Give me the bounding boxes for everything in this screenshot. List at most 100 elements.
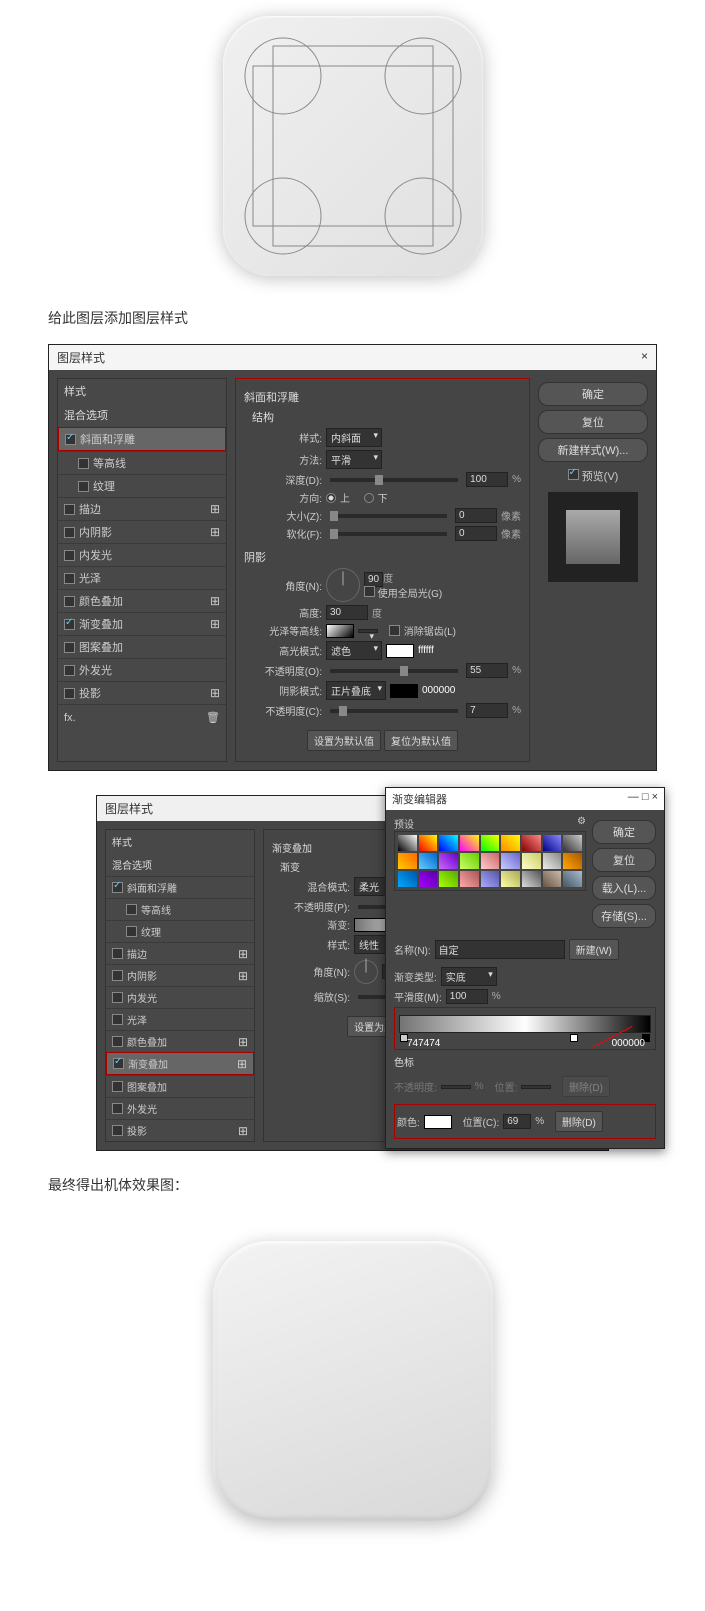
delete-stop-button[interactable]: 删除(D) (562, 1076, 610, 1097)
effect-row[interactable]: 投影⊞ (58, 681, 226, 704)
effect-checkbox[interactable] (112, 1081, 123, 1092)
direction-up-radio[interactable] (326, 493, 336, 503)
preset-swatch[interactable] (419, 835, 438, 851)
effect-row[interactable]: 斜面和浮雕 (106, 876, 254, 898)
highlight-opacity-input[interactable]: 55 (466, 663, 508, 678)
effect-checkbox[interactable] (113, 1058, 124, 1069)
preset-swatch[interactable] (398, 853, 417, 869)
close-icon[interactable]: × (652, 791, 658, 803)
preset-swatch[interactable] (460, 835, 479, 851)
effect-row[interactable]: 描边⊞ (58, 497, 226, 520)
effect-checkbox[interactable] (112, 1036, 123, 1047)
effect-checkbox[interactable] (78, 458, 89, 469)
effect-row[interactable]: 外发光 (58, 658, 226, 681)
styles-header[interactable]: 样式 (106, 830, 254, 853)
gear-icon[interactable]: ⚙ (577, 816, 586, 831)
effect-row[interactable]: 内阴影⊞ (106, 964, 254, 986)
effect-row[interactable]: 描边⊞ (106, 942, 254, 964)
preset-swatch[interactable] (501, 853, 520, 869)
preset-swatch[interactable] (460, 871, 479, 887)
effect-row[interactable]: 等高线 (106, 898, 254, 920)
effect-row[interactable]: 图案叠加 (58, 635, 226, 658)
save-button[interactable]: 存储(S)... (592, 904, 656, 928)
add-effect-icon[interactable]: ⊞ (238, 1124, 248, 1138)
preset-swatch[interactable] (543, 871, 562, 887)
direction-down-radio[interactable] (364, 493, 374, 503)
size-slider[interactable] (330, 514, 447, 518)
effect-row[interactable]: 颜色叠加⊞ (106, 1030, 254, 1052)
effect-row[interactable]: 图案叠加 (106, 1075, 254, 1097)
preset-swatch[interactable] (481, 853, 500, 869)
blend-options-header[interactable]: 混合选项 (58, 403, 226, 427)
shadow-color-swatch[interactable] (390, 684, 418, 698)
soften-input[interactable]: 0 (455, 526, 497, 541)
stop-opacity-input[interactable] (441, 1085, 471, 1089)
depth-input[interactable]: 100 (466, 472, 508, 487)
angle-input[interactable]: 90 (364, 572, 383, 587)
effect-checkbox[interactable] (64, 504, 75, 515)
gradient-type-select[interactable]: 实底 (441, 967, 497, 986)
preset-swatch[interactable] (439, 871, 458, 887)
effect-row[interactable]: 渐变叠加⊞ (58, 612, 226, 635)
load-button[interactable]: 载入(L)... (592, 876, 656, 900)
preset-swatch[interactable] (522, 853, 541, 869)
effect-row[interactable]: 纹理 (58, 474, 226, 497)
antialias-checkbox[interactable] (389, 625, 400, 636)
effect-checkbox[interactable] (64, 573, 75, 584)
add-effect-icon[interactable]: ⊞ (238, 947, 248, 961)
effect-row[interactable]: 内发光 (106, 986, 254, 1008)
effect-row[interactable]: 内阴影⊞ (58, 520, 226, 543)
effect-row[interactable]: 纹理 (106, 920, 254, 942)
maximize-icon[interactable]: □ (642, 791, 649, 803)
effect-checkbox[interactable] (112, 970, 123, 981)
shadow-mode-select[interactable]: 正片叠底 (326, 681, 386, 700)
effect-row[interactable]: 等高线 (58, 451, 226, 474)
color-stop-mid[interactable] (570, 1034, 578, 1042)
effect-checkbox[interactable] (64, 619, 75, 630)
smoothness-input[interactable]: 100 (446, 989, 488, 1004)
soften-slider[interactable] (330, 532, 447, 536)
preset-swatch[interactable] (481, 871, 500, 887)
effect-checkbox[interactable] (112, 1103, 123, 1114)
preset-swatch[interactable] (439, 853, 458, 869)
add-effect-icon[interactable]: ⊞ (210, 594, 220, 608)
effect-checkbox[interactable] (64, 665, 75, 676)
effect-checkbox[interactable] (78, 481, 89, 492)
add-effect-icon[interactable]: ⊞ (210, 502, 220, 516)
depth-slider[interactable] (330, 478, 458, 482)
preset-swatch[interactable] (543, 853, 562, 869)
trash-icon[interactable]: 🗑 (206, 711, 220, 724)
highlight-opacity-slider[interactable] (330, 669, 458, 673)
stop-position-input[interactable] (521, 1085, 551, 1089)
cancel-button[interactable]: 复位 (538, 410, 648, 434)
gradient-ramp[interactable] (399, 1015, 651, 1033)
new-gradient-button[interactable]: 新建(W) (569, 939, 619, 960)
preset-swatch[interactable] (543, 835, 562, 851)
effect-row[interactable]: 光泽 (58, 566, 226, 589)
preset-swatch[interactable] (419, 871, 438, 887)
add-effect-icon[interactable]: ⊞ (210, 617, 220, 631)
effect-row[interactable]: 光泽 (106, 1008, 254, 1030)
effect-row[interactable]: 投影⊞ (106, 1119, 254, 1141)
effect-checkbox[interactable] (112, 992, 123, 1003)
effect-row[interactable]: 颜色叠加⊞ (58, 589, 226, 612)
add-effect-icon[interactable]: ⊞ (238, 969, 248, 983)
preset-swatch[interactable] (481, 835, 500, 851)
ok-button[interactable]: 确定 (538, 382, 648, 406)
shadow-opacity-input[interactable]: 7 (466, 703, 508, 718)
effect-checkbox[interactable] (112, 1125, 123, 1136)
preset-swatch[interactable] (501, 835, 520, 851)
blend-options-header[interactable]: 混合选项 (106, 853, 254, 876)
altitude-input[interactable]: 30 (326, 605, 368, 620)
preset-swatch[interactable] (522, 871, 541, 887)
gloss-contour-picker[interactable] (326, 624, 354, 638)
effect-checkbox[interactable] (64, 550, 75, 561)
effect-checkbox[interactable] (112, 882, 123, 893)
preset-swatch[interactable] (563, 853, 582, 869)
effect-row[interactable]: 内发光 (58, 543, 226, 566)
preview-checkbox[interactable] (568, 469, 579, 480)
effect-row[interactable]: 渐变叠加⊞ (106, 1052, 254, 1075)
add-effect-icon[interactable]: ⊞ (210, 525, 220, 539)
preset-swatch[interactable] (460, 853, 479, 869)
add-effect-icon[interactable]: ⊞ (237, 1057, 247, 1071)
